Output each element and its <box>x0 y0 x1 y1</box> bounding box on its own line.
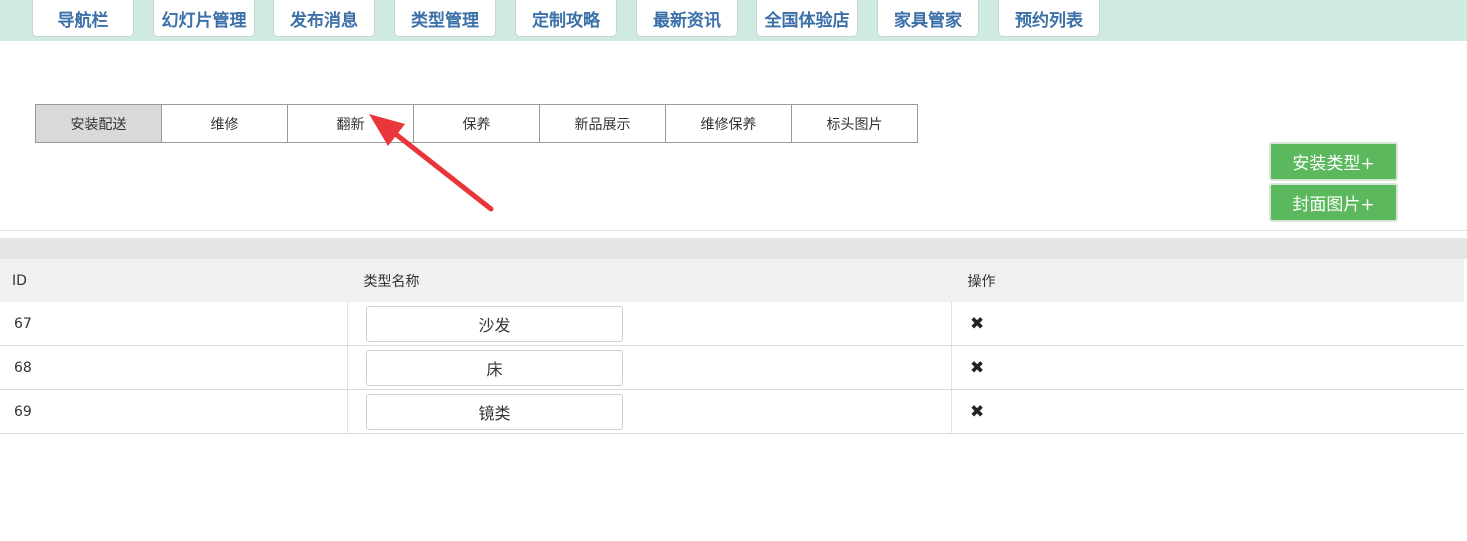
subtab-install-delivery[interactable]: 安装配送 <box>35 104 162 143</box>
delete-icon[interactable]: ✖ <box>970 358 984 378</box>
row-id: 68 <box>0 345 348 390</box>
nav-tab-slides[interactable]: 幻灯片管理 <box>153 0 255 37</box>
nav-tab-butler[interactable]: 家具管家 <box>877 0 979 37</box>
table-row: 69 ✖ <box>0 389 1464 434</box>
type-name-input[interactable] <box>366 305 623 342</box>
subtab-maintenance[interactable]: 保养 <box>413 104 540 143</box>
row-id: 69 <box>0 389 348 434</box>
table-row: 68 ✖ <box>0 345 1464 390</box>
nav-tab-appointments[interactable]: 预约列表 <box>998 0 1100 37</box>
table-header-row: ID 类型名称 操作 <box>0 259 1464 302</box>
nav-tab-types[interactable]: 类型管理 <box>394 0 496 37</box>
nav-tab-guides[interactable]: 定制攻略 <box>515 0 617 37</box>
delete-icon[interactable]: ✖ <box>970 402 984 422</box>
row-id: 67 <box>0 302 348 346</box>
subtab-new-products[interactable]: 新品展示 <box>539 104 666 143</box>
nav-tab-publish[interactable]: 发布消息 <box>273 0 375 37</box>
type-name-input[interactable] <box>366 393 623 430</box>
table-top-bar <box>0 238 1467 259</box>
nav-tab-stores[interactable]: 全国体验店 <box>756 0 858 37</box>
type-name-input[interactable] <box>366 349 623 386</box>
header-action: 操作 <box>951 259 1464 302</box>
subtab-header-image[interactable]: 标头图片 <box>791 104 918 143</box>
subtab-renovate[interactable]: 翻新 <box>287 104 414 143</box>
top-navigation: 导航栏 幻灯片管理 发布消息 类型管理 定制攻略 最新资讯 全国体验店 家具管家… <box>0 0 1467 41</box>
header-type-name: 类型名称 <box>347 259 952 302</box>
subtab-repair[interactable]: 维修 <box>161 104 288 143</box>
subtab-repair-maintenance[interactable]: 维修保养 <box>665 104 792 143</box>
table-row: 67 ✖ <box>0 302 1464 346</box>
type-table: ID 类型名称 操作 67 ✖ 68 ✖ 69 ✖ <box>0 259 1464 434</box>
nav-tab-navbar[interactable]: 导航栏 <box>32 0 134 37</box>
divider <box>0 230 1467 231</box>
add-cover-image-button[interactable]: 封面图片+ <box>1269 183 1398 222</box>
delete-icon[interactable]: ✖ <box>970 314 984 334</box>
nav-tab-news[interactable]: 最新资讯 <box>636 0 738 37</box>
add-install-type-button[interactable]: 安装类型+ <box>1269 142 1398 181</box>
header-id: ID <box>0 259 348 302</box>
sub-tabs: 安装配送 维修 翻新 保养 新品展示 维修保养 标头图片 <box>35 104 918 143</box>
